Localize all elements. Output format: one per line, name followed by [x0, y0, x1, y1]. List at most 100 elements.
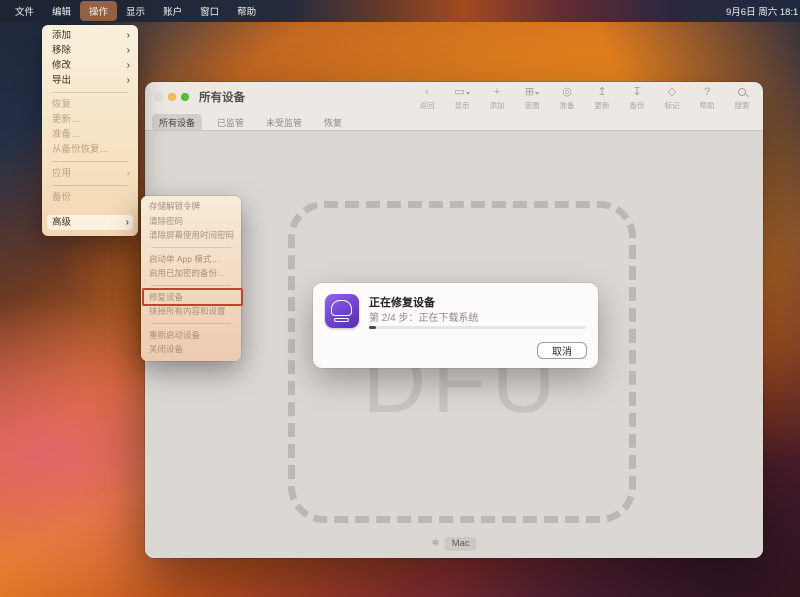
submenu-item-enable-encrypted-backups[interactable]: 启用已加密的备份…	[141, 266, 241, 281]
progress-fill	[369, 326, 376, 329]
backup-button[interactable]: ↧ 备份	[626, 86, 648, 111]
menu-item-export[interactable]: 导出›	[42, 73, 138, 88]
add-button[interactable]: + 添加	[486, 86, 508, 111]
toolbar-label: 返回	[420, 100, 435, 111]
close-button[interactable]	[155, 93, 163, 101]
device-disk-icon	[331, 300, 352, 316]
prepare-button[interactable]: ◎ 准备	[556, 86, 578, 111]
prepare-icon: ◎	[562, 86, 572, 98]
help-icon: ?	[704, 86, 710, 98]
submenu-item-restart-device[interactable]: 重新启动设备	[141, 328, 241, 343]
window-titlebar[interactable]: 所有设备 ‹ 返回 ▭ 显示 + 添加 ⊞ 蓝图	[145, 82, 763, 112]
blueprints-icon: ⊞	[525, 86, 539, 98]
submenu-item-shut-down-device[interactable]: 关闭设备	[141, 342, 241, 357]
menu-item-modify[interactable]: 修改›	[42, 58, 138, 73]
submenu-arrow-icon: ›	[126, 215, 129, 230]
menu-item-prepare: 准备…	[42, 127, 138, 142]
progress-bar	[369, 326, 586, 329]
device-disk-base-icon	[334, 318, 349, 322]
tab-unsupervised[interactable]: 未受监管	[259, 114, 309, 131]
help-button[interactable]: ? 帮助	[696, 86, 718, 111]
update-button[interactable]: ↥ 更新	[591, 86, 613, 111]
menu-separator	[151, 247, 231, 248]
configurator-app-icon	[325, 294, 359, 328]
chevron-down-icon	[535, 92, 539, 95]
advanced-submenu: 存储解锁令牌 清除密码 清除屏幕使用时间密码 启动单 App 模式… 启用已加密…	[141, 196, 241, 361]
menubar-item-actions[interactable]: 操作	[80, 1, 117, 21]
submenu-item-save-unlock-token[interactable]: 存储解锁令牌	[141, 199, 241, 214]
view-icon: ▭	[454, 86, 469, 98]
menu-separator	[52, 161, 128, 162]
menu-item-apply: 应用›	[42, 166, 138, 181]
plus-icon: +	[494, 86, 500, 98]
blueprints-button[interactable]: ⊞ 蓝图	[521, 86, 543, 111]
toolbar-label: 搜索	[735, 100, 750, 111]
menu-separator	[151, 323, 231, 324]
menu-separator	[52, 185, 128, 186]
menubar-item-view[interactable]: 显示	[117, 1, 154, 21]
update-icon: ↥	[597, 86, 606, 98]
toolbar-label: 帮助	[700, 100, 715, 111]
menu-item-update: 更新…	[42, 112, 138, 127]
back-chevron-icon: ‹	[425, 86, 429, 98]
menu-item-advanced[interactable]: 高级›	[47, 215, 133, 230]
device-caption: ✱ Mac	[431, 537, 476, 551]
menubar-item-file[interactable]: 文件	[6, 1, 43, 21]
toolbar-label: 标记	[665, 100, 680, 111]
search-icon	[738, 86, 746, 98]
submenu-arrow-icon: ›	[127, 43, 130, 58]
toolbar-label: 更新	[595, 100, 610, 111]
backup-icon: ↧	[632, 86, 641, 98]
tab-recovery[interactable]: 恢复	[317, 114, 349, 131]
toolbar-label: 添加	[490, 100, 505, 111]
view-button[interactable]: ▭ 显示	[451, 86, 473, 111]
toolbar-label: 蓝图	[525, 100, 540, 111]
busy-spinner-icon: ✱	[431, 539, 439, 549]
menu-separator	[52, 92, 128, 93]
menu-gap	[42, 205, 138, 213]
cancel-button[interactable]: 取消	[537, 342, 587, 359]
submenu-arrow-icon: ›	[127, 28, 130, 43]
submenu-item-erase-all-content[interactable]: 抹掉所有内容和设置	[141, 304, 241, 319]
search-button[interactable]: 搜索	[731, 86, 753, 111]
submenu-arrow-icon: ›	[127, 58, 130, 73]
menu-bar: 文件 编辑 操作 显示 账户 窗口 帮助 9月6日 周六 18:1	[0, 0, 800, 22]
actions-menu: 添加› 移除› 修改› 导出› 恢复 更新… 准备… 从备份恢复… 应用› 备份…	[42, 25, 138, 236]
tab-supervised[interactable]: 已监管	[210, 114, 251, 131]
menubar-item-window[interactable]: 窗口	[191, 1, 228, 21]
back-button[interactable]: ‹ 返回	[416, 86, 438, 111]
chevron-down-icon	[466, 92, 470, 95]
submenu-item-revive-device[interactable]: 修复设备	[141, 290, 241, 305]
device-name-badge: Mac	[445, 537, 477, 551]
tag-icon: ◇	[668, 86, 676, 98]
revive-progress-dialog: 正在修复设备 第 2/4 步：正在下载系统 取消	[313, 283, 598, 368]
menu-item-remove[interactable]: 移除›	[42, 43, 138, 58]
menu-item-backup: 备份	[42, 190, 138, 205]
menubar-item-help[interactable]: 帮助	[228, 1, 265, 21]
menubar-clock[interactable]: 9月6日 周六 18:1	[726, 0, 800, 22]
menu-item-restore-from-backup: 从备份恢复…	[42, 142, 138, 157]
submenu-arrow-icon: ›	[127, 73, 130, 88]
menu-separator	[151, 285, 231, 286]
menubar-item-account[interactable]: 账户	[154, 1, 191, 21]
submenu-item-clear-passcode[interactable]: 清除密码	[141, 214, 241, 229]
tab-all-devices[interactable]: 所有设备	[152, 114, 202, 131]
toolbar-label: 备份	[630, 100, 645, 111]
window-title: 所有设备	[199, 82, 245, 112]
submenu-arrow-icon: ›	[127, 166, 130, 181]
submenu-item-clear-screen-time-passcode[interactable]: 清除屏幕使用时间密码	[141, 228, 241, 243]
toolbar-label: 准备	[560, 100, 575, 111]
zoom-button[interactable]	[181, 93, 189, 101]
menu-item-add[interactable]: 添加›	[42, 28, 138, 43]
desktop: 文件 编辑 操作 显示 账户 窗口 帮助 9月6日 周六 18:1 所有设备 ‹…	[0, 0, 800, 597]
dialog-step-text: 第 2/4 步：正在下载系统	[369, 309, 478, 324]
window-toolbar: ‹ 返回 ▭ 显示 + 添加 ⊞ 蓝图 ◎ 准备	[416, 86, 753, 111]
minimize-button[interactable]	[168, 93, 176, 101]
submenu-item-start-single-app-mode[interactable]: 启动单 App 模式…	[141, 252, 241, 267]
tag-button[interactable]: ◇ 标记	[661, 86, 683, 111]
traffic-lights	[155, 93, 189, 101]
menubar-item-edit[interactable]: 编辑	[43, 1, 80, 21]
menu-item-restore: 恢复	[42, 97, 138, 112]
filter-tabs: 所有设备 已监管 未受监管 恢复	[152, 114, 349, 131]
dialog-title: 正在修复设备	[369, 294, 435, 310]
